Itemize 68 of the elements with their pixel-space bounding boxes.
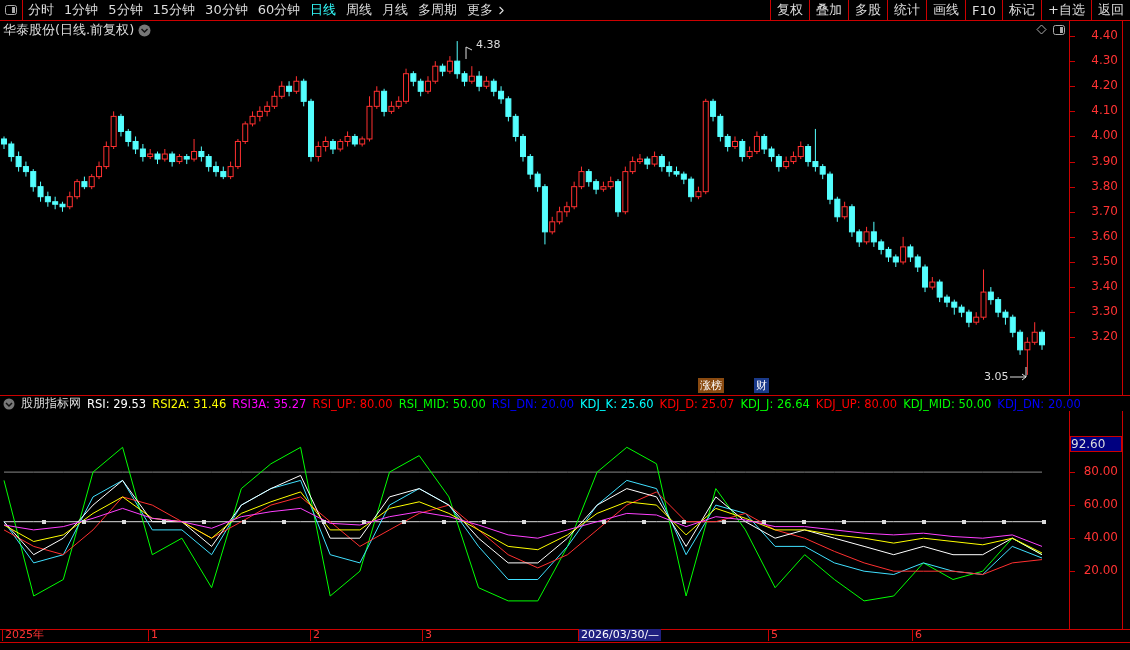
legend-value: RSI_DN: 20.00 (491, 396, 575, 411)
price-tick-label: 3.20 (1091, 329, 1118, 344)
period-tab[interactable]: 分时 (23, 0, 59, 20)
price-tick-label: 3.30 (1091, 304, 1118, 319)
price-tick-label: 4.00 (1091, 128, 1118, 143)
time-axis-label: 5 (768, 629, 780, 641)
legend-value: RSI_UP: 80.00 (312, 396, 393, 411)
cursor-date-label: 2026/03/30/— (578, 629, 662, 641)
legend-value: KDJ_K: 25.60 (580, 396, 654, 411)
legend-value: RSI: 29.53 (87, 396, 147, 411)
price-tick-label: 3.90 (1091, 153, 1118, 168)
toolbar-button[interactable]: +自选 (1041, 0, 1091, 20)
price-tick-label: 3.40 (1091, 279, 1118, 294)
time-axis-label: 2 (310, 629, 322, 641)
toolbar-button[interactable]: 统计 (887, 0, 927, 20)
time-axis-label: 6 (912, 629, 924, 641)
price-tick-label: 4.40 (1091, 28, 1118, 43)
current-value-label: 92.60 (1070, 436, 1122, 452)
period-tab[interactable]: 60分钟 (252, 0, 306, 20)
diamond-icon[interactable] (1036, 24, 1047, 35)
period-tab[interactable]: 1分钟 (59, 0, 104, 20)
legend-value: KDJ_D: 25.07 (659, 396, 735, 411)
price-tick-label: 4.20 (1091, 78, 1118, 93)
toolbar-button[interactable]: 标记 (1002, 0, 1042, 20)
event-tag[interactable]: 财 (754, 378, 769, 393)
legend-value: KDJ_J: 26.64 (740, 396, 810, 411)
high-price-label: 4.38 (476, 38, 501, 51)
legend-value: RSI_MID: 50.00 (398, 396, 486, 411)
legend-value: KDJ_MID: 50.00 (903, 396, 992, 411)
panel-toggle-icon[interactable] (1053, 24, 1065, 35)
period-tab[interactable]: 更多 (462, 0, 514, 20)
indicator-tick-label: 60.00 (1083, 497, 1118, 512)
period-tab[interactable]: 30分钟 (200, 0, 253, 20)
legend-value: RSI3A: 35.27 (232, 396, 307, 411)
toolbar-button[interactable]: 叠加 (809, 0, 849, 20)
toolbar-button[interactable]: 返回 (1091, 0, 1130, 20)
time-axis-label: 1 (148, 629, 160, 641)
period-tab[interactable]: 5分钟 (103, 0, 148, 20)
price-tick-label: 4.30 (1091, 53, 1118, 68)
collapse-icon[interactable] (3, 397, 15, 410)
time-axis-label: 3 (422, 629, 434, 641)
toolbar-button[interactable]: F10 (965, 0, 1003, 20)
period-tab[interactable]: 15分钟 (147, 0, 201, 20)
time-axis-label: 2025年 (2, 629, 46, 641)
period-tab[interactable]: 周线 (341, 0, 378, 20)
period-tab[interactable]: 日线 (305, 0, 342, 20)
price-tick-label: 3.50 (1091, 253, 1118, 268)
chart-title: 华泰股份(日线.前复权) (3, 21, 135, 39)
price-tick-label: 4.10 (1091, 103, 1118, 118)
indicator-tick-label: 20.00 (1083, 563, 1118, 578)
dropdown-icon[interactable] (138, 23, 152, 37)
legend-value: KDJ_UP: 80.00 (815, 396, 898, 411)
indicator-name: 股朋指标网 (21, 395, 81, 412)
legend-value: RSI2A: 31.46 (152, 396, 227, 411)
legend-value: KDJ_DN: 20.00 (997, 396, 1081, 411)
price-tick-label: 3.80 (1091, 178, 1118, 193)
low-arrow-icon (1009, 366, 1027, 381)
period-tab[interactable]: 月线 (377, 0, 414, 20)
period-tab[interactable]: 多周期 (413, 0, 463, 20)
toolbar-button[interactable]: 画线 (926, 0, 966, 20)
toolbar-button[interactable]: 复权 (770, 0, 810, 20)
price-tick-label: 3.70 (1091, 203, 1118, 218)
indicator-tick-label: 80.00 (1083, 464, 1118, 479)
event-tag[interactable]: 涨榜 (698, 378, 724, 393)
low-price-label: 3.05 (984, 370, 1009, 383)
price-tick-label: 3.60 (1091, 228, 1118, 243)
indicator-tick-label: 40.00 (1083, 530, 1118, 545)
toolbar-button[interactable]: 多股 (848, 0, 888, 20)
